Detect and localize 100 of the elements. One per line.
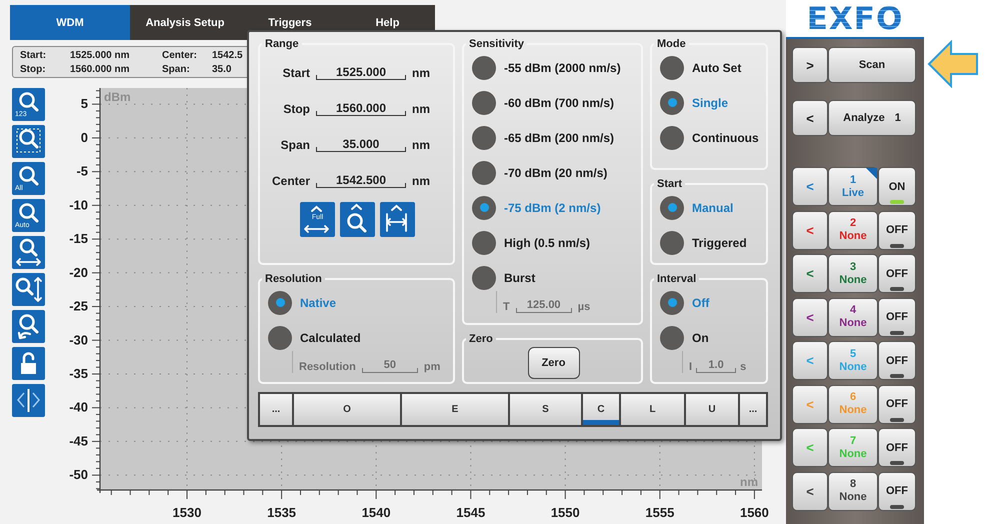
- zoom-button[interactable]: [12, 310, 45, 343]
- option-label[interactable]: -60 dBm (700 nm/s): [504, 96, 614, 110]
- band-button[interactable]: U: [686, 394, 738, 425]
- zoom-button[interactable]: [12, 236, 45, 269]
- option-label[interactable]: Auto Set: [692, 60, 742, 74]
- tick-label: -15: [69, 231, 88, 246]
- toggle-button[interactable]: OFF: [878, 428, 916, 467]
- input-field[interactable]: 1542.500: [316, 173, 406, 188]
- toggle-button[interactable]: OFF: [878, 254, 916, 293]
- chevron-button[interactable]: >: [792, 47, 828, 83]
- trace-button[interactable]: 3 None: [828, 254, 878, 293]
- axis-title: nm: [740, 475, 758, 489]
- radio-button[interactable]: [472, 56, 496, 80]
- field-label: Center: [270, 174, 310, 188]
- toggle-button[interactable]: OFF: [878, 341, 916, 380]
- tick-label: -20: [69, 264, 88, 280]
- radio-button[interactable]: [472, 230, 496, 254]
- info-value: 1542.5: [212, 50, 243, 60]
- radio-button[interactable]: [660, 90, 684, 114]
- zoom-button[interactable]: [340, 202, 375, 237]
- radio-button[interactable]: [472, 196, 496, 220]
- chevron-button[interactable]: <: [792, 254, 828, 293]
- option-label[interactable]: High (0.5 nm/s): [504, 236, 590, 250]
- radio-button[interactable]: [660, 230, 684, 254]
- radio-button[interactable]: [472, 266, 496, 290]
- band-button[interactable]: C: [583, 394, 619, 425]
- tick-label: 1560: [740, 505, 769, 520]
- option-label[interactable]: -65 dBm (200 nm/s): [504, 130, 614, 144]
- band-button[interactable]: O: [294, 394, 400, 425]
- tick-label: 0: [80, 130, 88, 145]
- radio-button[interactable]: [268, 326, 292, 350]
- zoom-button[interactable]: [12, 125, 45, 158]
- input-field[interactable]: 35.000: [316, 137, 406, 152]
- option-label[interactable]: On: [692, 330, 709, 344]
- toggle-button[interactable]: OFF: [878, 210, 916, 250]
- option-label[interactable]: -55 dBm (2000 nm/s): [504, 60, 621, 74]
- trace-button[interactable]: 4 None: [828, 298, 878, 336]
- radio-button[interactable]: [660, 326, 684, 350]
- chevron-button[interactable]: <: [792, 472, 828, 510]
- info-value: 35.0: [212, 64, 232, 74]
- marker-button[interactable]: [12, 384, 45, 417]
- group-title: Zero: [468, 333, 494, 345]
- chevron-button[interactable]: <: [792, 298, 828, 336]
- tab[interactable]: Analysis Setup: [130, 5, 240, 40]
- lock-button[interactable]: [12, 347, 45, 380]
- zero-button[interactable]: Zero: [528, 347, 580, 379]
- input-field[interactable]: 1525.000: [316, 65, 406, 80]
- option-label[interactable]: Burst: [504, 270, 536, 284]
- radio-button[interactable]: [660, 56, 684, 80]
- unit-label: µs: [578, 301, 590, 313]
- option-label[interactable]: Triggered: [692, 236, 747, 250]
- band-button[interactable]: ...: [740, 394, 766, 425]
- info-label: Start:: [20, 50, 46, 60]
- band-button[interactable]: E: [402, 394, 508, 425]
- toggle-button[interactable]: ON: [878, 167, 916, 206]
- axis-title: dBm: [104, 90, 131, 104]
- toggle-button[interactable]: OFF: [878, 472, 916, 510]
- tab[interactable]: Help: [340, 5, 435, 40]
- tick-label: -35: [69, 366, 88, 381]
- analyze-button[interactable]: Analyze 1: [828, 100, 916, 136]
- toggle-button[interactable]: OFF: [878, 298, 916, 336]
- radio-button[interactable]: [660, 196, 684, 220]
- zoom-button[interactable]: [12, 273, 45, 306]
- radio-button[interactable]: [472, 160, 496, 184]
- tick-label: -45: [69, 433, 88, 448]
- tick-label: 1550: [550, 505, 580, 520]
- tick-label: 1530: [172, 505, 202, 520]
- toggle-button[interactable]: OFF: [878, 384, 916, 424]
- unit-label: nm: [412, 102, 430, 116]
- tick-label: -5: [76, 164, 88, 179]
- tab[interactable]: WDM: [10, 5, 130, 40]
- tick-label: -30: [69, 332, 88, 348]
- range-button[interactable]: [380, 202, 415, 237]
- option-label[interactable]: Continuous: [692, 130, 759, 144]
- radio-button[interactable]: [660, 290, 684, 314]
- tab[interactable]: Triggers: [240, 5, 340, 40]
- radio-button[interactable]: [472, 90, 496, 114]
- trace-button[interactable]: 2 None: [828, 210, 878, 250]
- option-label[interactable]: -70 dBm (20 nm/s): [504, 166, 608, 180]
- input-field: 1.0: [696, 358, 736, 373]
- tick-label: -50: [69, 467, 88, 482]
- scan-button[interactable]: Scan: [828, 47, 916, 83]
- trace-button[interactable]: 8 None: [828, 472, 878, 510]
- radio-button[interactable]: [472, 126, 496, 150]
- band-button[interactable]: L: [621, 394, 684, 425]
- radio-button[interactable]: [268, 290, 292, 314]
- group-title: Range: [264, 38, 300, 50]
- field-label: Resolution: [299, 361, 356, 373]
- band-button[interactable]: S: [510, 394, 581, 425]
- field-label: Span: [280, 138, 310, 152]
- unit-label: s: [740, 361, 746, 373]
- chevron-button[interactable]: <: [792, 210, 828, 250]
- field-label: I: [689, 361, 692, 373]
- option-label[interactable]: Calculated: [300, 330, 361, 344]
- band-button[interactable]: ...: [260, 394, 292, 425]
- radio-button[interactable]: [660, 126, 684, 150]
- info-value: 1525.000 nm: [70, 50, 130, 60]
- input-field[interactable]: 1560.000: [316, 101, 406, 116]
- info-label: Center:: [162, 50, 198, 60]
- chevron-button[interactable]: <: [792, 100, 828, 136]
